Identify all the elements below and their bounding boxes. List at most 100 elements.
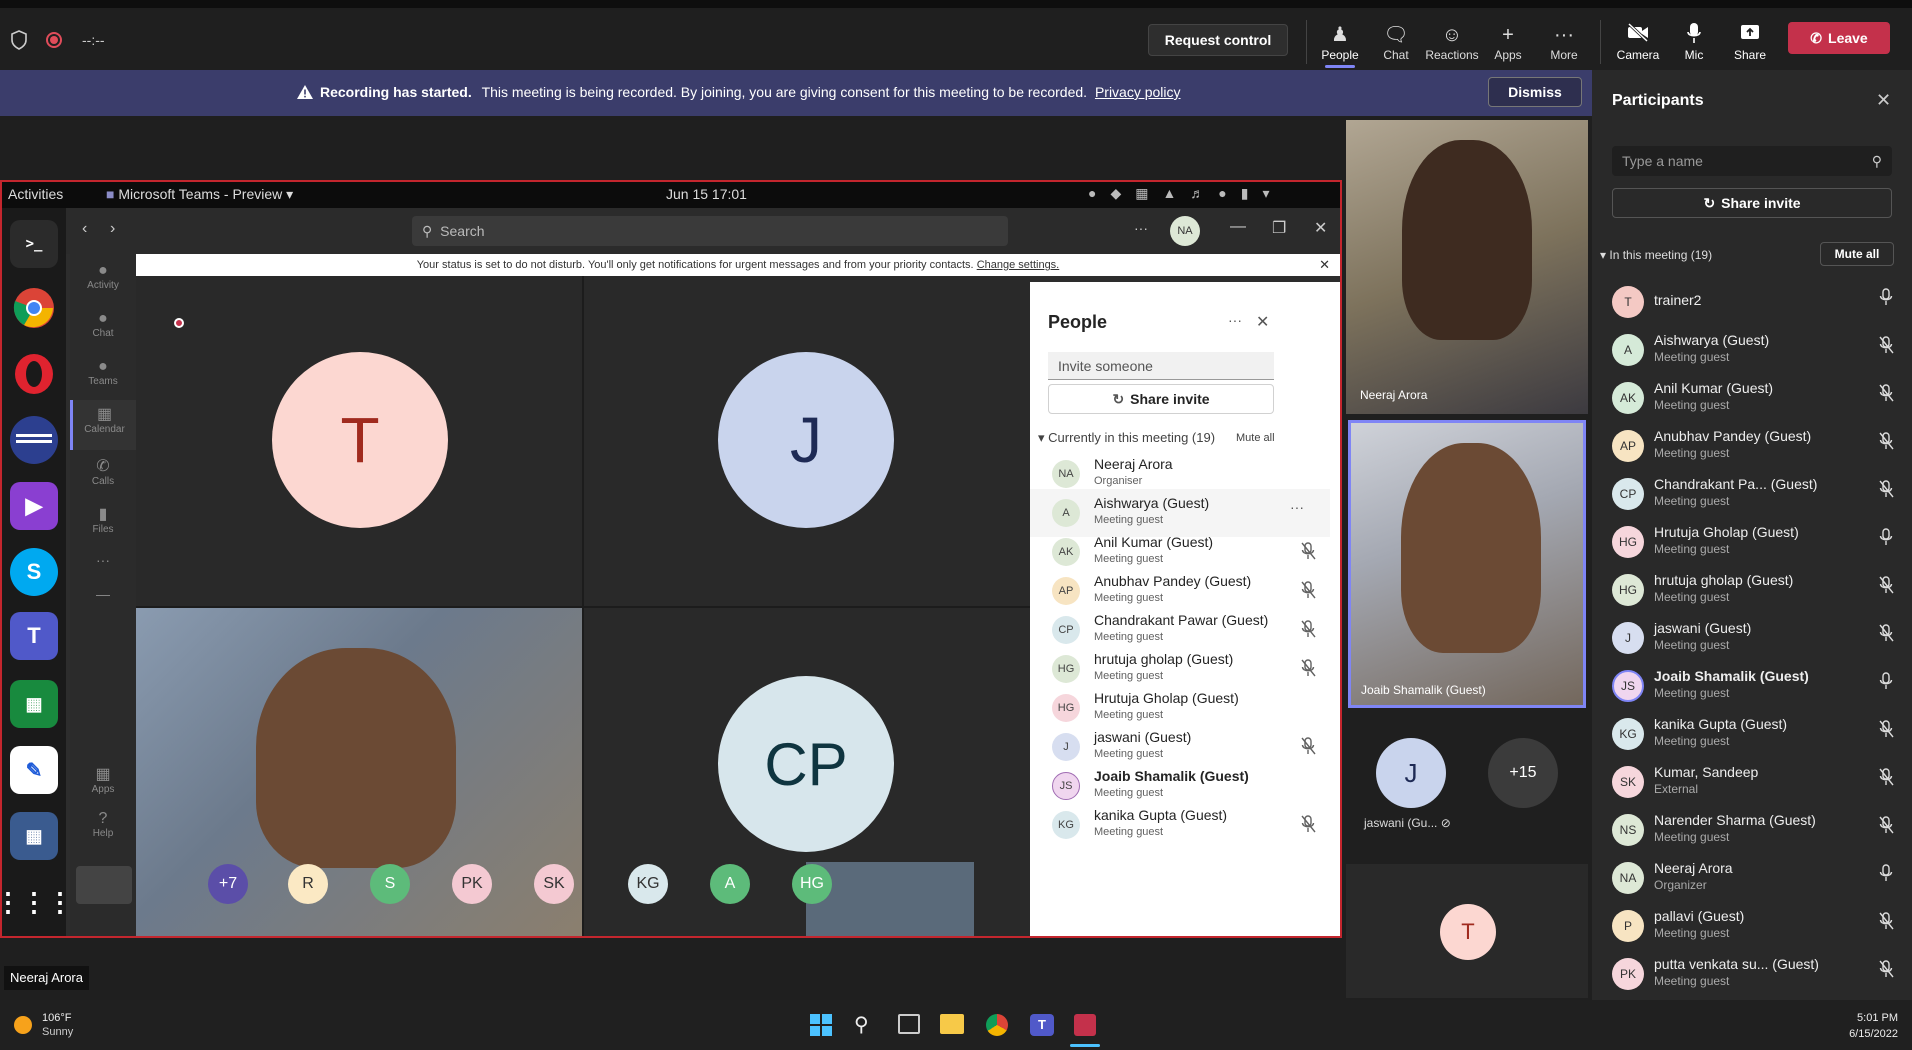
participant-row[interactable]: NA Neeraj Arora Organizer — [1592, 852, 1912, 900]
back-arrow-icon[interactable]: ‹ — [82, 220, 87, 238]
meeting-section-header[interactable]: ▾ Currently in this meeting (19) — [1038, 430, 1215, 446]
ellipsis-icon[interactable]: ··· — [1134, 220, 1148, 236]
participant-row[interactable]: AP Anubhav Pandey (Guest) Meeting guest — [1592, 420, 1912, 468]
participant-row[interactable]: Ppallavi (Guest) Meeting guest — [1592, 900, 1912, 948]
participant-row[interactable]: Ttrainer2 — [1592, 276, 1912, 324]
screenshot-tool-icon[interactable]: ▦ — [10, 812, 58, 860]
share-invite-button[interactable]: ↻ Share invite — [1048, 384, 1274, 414]
chrome-icon[interactable] — [986, 1014, 1008, 1036]
participant-avatar[interactable]: R — [288, 864, 328, 904]
apps-label: Apps — [1494, 48, 1522, 62]
reactions-button[interactable]: ☺ Reactions — [1424, 22, 1480, 72]
invite-someone-input[interactable]: Invite someone — [1048, 352, 1274, 380]
more-button[interactable]: ··· More — [1536, 22, 1592, 72]
people-row[interactable]: KG kanika Gupta (Guest) Meeting guest — [1030, 801, 1330, 849]
participant-row[interactable]: Jjaswani (Guest) Meeting guest — [1592, 612, 1912, 660]
participant-avatar[interactable]: PK — [452, 864, 492, 904]
change-settings-link[interactable]: Change settings. — [977, 259, 1060, 271]
rail-apps[interactable]: ▦ Apps — [70, 764, 136, 795]
participant-row[interactable]: KG kanika Gupta (Guest) Meeting guest — [1592, 708, 1912, 756]
ellipsis-icon[interactable]: ··· — [1290, 499, 1304, 515]
mute-all-button[interactable]: Mute all — [1236, 432, 1275, 444]
participant-row[interactable]: NS Narender Sharma (Guest) Meeting guest — [1592, 804, 1912, 852]
participant-role: Meeting guest — [1654, 446, 1730, 460]
mic-button[interactable]: Mic — [1666, 22, 1722, 72]
participant-row[interactable]: AK Anil Kumar (Guest) Meeting guest — [1592, 372, 1912, 420]
participant-row[interactable]: CP Chandrakant Pa... (Guest) Meeting guest — [1592, 468, 1912, 516]
video-player-icon[interactable]: ▶ — [10, 482, 58, 530]
person-role: Meeting guest — [1094, 709, 1164, 721]
shield-icon — [10, 30, 28, 50]
show-apps-icon[interactable]: ⋮⋮⋮ — [0, 878, 73, 926]
rail-chat[interactable]: ● Chat — [70, 310, 136, 339]
close-icon[interactable]: ✕ — [1256, 312, 1269, 332]
app-menu[interactable]: ■ Microsoft Teams - Preview ▾ — [106, 186, 293, 203]
participant-avatar[interactable]: HG — [792, 864, 832, 904]
rail-calendar[interactable]: ▦ Calendar — [70, 400, 136, 450]
rail-files[interactable]: ▮ Files — [70, 504, 136, 535]
leave-button[interactable]: ✆ Leave — [1788, 22, 1890, 54]
participant-row[interactable]: A Aishwarya (Guest) Meeting guest — [1592, 324, 1912, 372]
participant-avatar[interactable]: KG — [628, 864, 668, 904]
rail-help[interactable]: ? Help — [70, 810, 136, 839]
terminal-icon[interactable]: >_ — [10, 220, 58, 268]
participant-row[interactable]: SK Kumar, Sandeep External — [1592, 756, 1912, 804]
dismiss-button[interactable]: Dismiss — [1488, 77, 1582, 107]
device-button[interactable] — [76, 866, 132, 904]
user-avatar[interactable]: NA — [1170, 216, 1200, 246]
rail-activity[interactable]: ● Activity — [70, 262, 136, 291]
participant-avatar[interactable]: +7 — [208, 864, 248, 904]
share-invite-button[interactable]: ↻ Share invite — [1612, 188, 1892, 218]
rail-more-icon[interactable]: ··· — [70, 552, 136, 568]
teams-icon[interactable]: T — [10, 612, 58, 660]
participant-row[interactable]: HG Hrutuja Gholap (Guest) Meeting guest — [1592, 516, 1912, 564]
snipping-tool-icon[interactable] — [1074, 1014, 1096, 1036]
search-icon[interactable]: ⚲ — [854, 1012, 869, 1037]
teams-search-input[interactable]: ⚲ Search — [412, 216, 1008, 246]
people-icon: ♟ — [1331, 24, 1349, 46]
participant-search-input[interactable]: Type a name ⚲ — [1612, 146, 1892, 176]
mute-all-button[interactable]: Mute all — [1820, 242, 1894, 266]
minimize-icon[interactable]: — — [1230, 218, 1246, 236]
opera-icon[interactable] — [10, 350, 58, 398]
activities-button[interactable]: Activities — [8, 186, 63, 202]
more-participants-button[interactable]: +15 — [1488, 738, 1558, 808]
participant-row[interactable]: JS Joaib Shamalik (Guest) Meeting guest — [1592, 660, 1912, 708]
mic-off-icon — [1878, 384, 1898, 404]
rail-calls[interactable]: ✆ Calls — [70, 456, 136, 487]
request-control-button[interactable]: Request control — [1148, 24, 1288, 56]
participant-name: Anil Kumar (Guest) — [1654, 380, 1774, 396]
close-icon[interactable]: ✕ — [1314, 218, 1327, 238]
teams-taskbar-icon[interactable]: T — [1030, 1014, 1054, 1036]
camera-button[interactable]: Camera — [1610, 22, 1666, 72]
skype-icon[interactable]: S — [10, 548, 58, 596]
windows-start-icon[interactable] — [810, 1014, 832, 1036]
text-editor-icon[interactable]: ✎ — [10, 746, 58, 794]
chat-button[interactable]: 🗨 Chat — [1368, 22, 1424, 72]
participant-avatar[interactable]: A — [710, 864, 750, 904]
chrome-icon[interactable] — [10, 284, 58, 332]
participant-avatar[interactable]: SK — [534, 864, 574, 904]
forward-arrow-icon[interactable]: › — [110, 220, 115, 238]
avatar-jaswani[interactable]: J — [1376, 738, 1446, 808]
task-view-icon[interactable] — [898, 1014, 920, 1034]
phone-hangup-icon: ✆ — [1810, 29, 1823, 46]
close-icon[interactable]: ✕ — [1876, 90, 1891, 111]
rail-teams[interactable]: ● Teams — [70, 358, 136, 387]
file-explorer-icon[interactable] — [940, 1014, 964, 1034]
people-button[interactable]: ♟ People — [1312, 22, 1368, 72]
apps-button[interactable]: + Apps — [1480, 22, 1536, 72]
mic-icon — [1878, 864, 1898, 884]
privacy-policy-link[interactable]: Privacy policy — [1095, 84, 1181, 100]
in-meeting-header[interactable]: ▾ In this meeting (19) — [1600, 248, 1712, 262]
participant-row[interactable]: HG hrutuja gholap (Guest) Meeting guest — [1592, 564, 1912, 612]
eclipse-icon[interactable] — [10, 416, 58, 464]
ellipsis-icon[interactable]: ··· — [1228, 312, 1242, 328]
avatar: J — [1612, 622, 1644, 654]
spreadsheet-icon[interactable]: ▦ — [10, 680, 58, 728]
close-icon[interactable]: ✕ — [1319, 254, 1330, 276]
restore-icon[interactable]: ❐ — [1272, 218, 1286, 238]
participant-avatar[interactable]: S — [370, 864, 410, 904]
share-button[interactable]: Share — [1722, 22, 1778, 72]
participant-row[interactable]: PK putta venkata su... (Guest) Meeting gue… — [1592, 948, 1912, 996]
